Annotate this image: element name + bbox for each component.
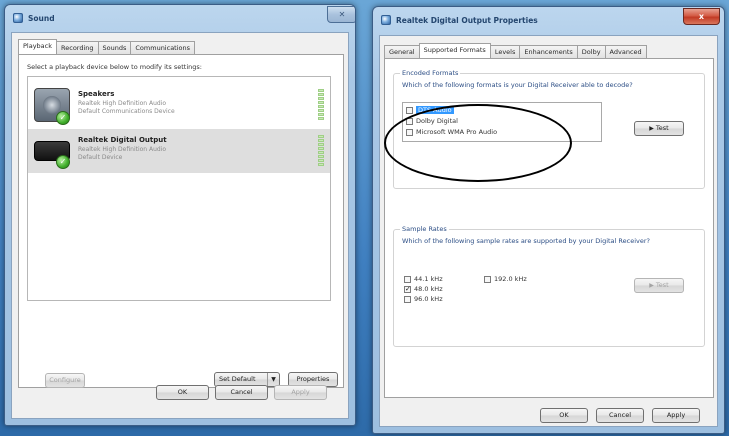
properties-window-title: Realtek Digital Output Properties xyxy=(396,15,538,25)
device-name: Speakers xyxy=(78,90,115,98)
rate-label: 44.1 kHz xyxy=(414,275,443,283)
sound-client-area: Playback Recording Sounds Communications… xyxy=(11,32,349,419)
playback-instruction: Select a playback device below to modify… xyxy=(27,63,202,71)
ok-button[interactable]: OK xyxy=(540,408,588,423)
close-icon[interactable]: ✕ xyxy=(327,6,355,23)
format-dolby-digital[interactable]: Dolby Digital xyxy=(406,117,458,125)
properties-client-area: General Supported Formats Levels Enhance… xyxy=(379,35,718,427)
apply-button[interactable]: Apply xyxy=(274,385,327,400)
status-check-icon: ✓ xyxy=(56,111,70,125)
sample-rates-group: Sample Rates Which of the following samp… xyxy=(393,225,705,347)
cancel-button[interactable]: Cancel xyxy=(596,408,644,423)
sound-window-title: Sound xyxy=(28,13,55,23)
format-dts-audio[interactable]: DTS Audio xyxy=(406,106,454,114)
format-label: Dolby Digital xyxy=(416,117,458,125)
checkbox[interactable] xyxy=(406,106,413,114)
tab-supported-formats[interactable]: Supported Formats xyxy=(418,43,491,58)
tab-advanced[interactable]: Advanced xyxy=(604,45,647,58)
rate-48-khz[interactable]: ✓ 48.0 kHz xyxy=(404,285,443,293)
encoded-formats-label: Encoded Formats xyxy=(400,69,461,77)
device-realtek-digital-output[interactable]: ✓ Realtek Digital Output Realtek High De… xyxy=(28,129,330,173)
configure-button[interactable]: Configure xyxy=(45,373,85,388)
properties-tabs: General Supported Formats Levels Enhance… xyxy=(384,43,647,58)
device-speakers[interactable]: ✓ Speakers Realtek High Definition Audio… xyxy=(28,83,330,127)
device-name: Realtek Digital Output xyxy=(78,136,167,144)
format-label: Microsoft WMA Pro Audio xyxy=(416,128,498,136)
checkbox[interactable] xyxy=(484,275,491,283)
sound-tabs: Playback Recording Sounds Communications xyxy=(18,39,196,54)
sample-rates-description: Which of the following sample rates are … xyxy=(402,237,650,245)
rate-96-khz[interactable]: 96.0 kHz xyxy=(404,295,443,303)
volume-meter xyxy=(318,89,324,121)
rate-label: 96.0 kHz xyxy=(414,295,443,303)
ok-button[interactable]: OK xyxy=(156,385,209,400)
rate-192-khz[interactable]: 192.0 kHz xyxy=(484,275,527,283)
default-check-icon: ✓ xyxy=(56,155,70,169)
device-driver: Realtek High Definition Audio xyxy=(78,146,167,153)
close-icon[interactable]: x xyxy=(683,8,720,25)
play-icon: ▶ xyxy=(649,125,654,132)
tab-communications[interactable]: Communications xyxy=(130,41,196,54)
sample-rates-label: Sample Rates xyxy=(400,225,449,233)
format-microsoft-wma-pro[interactable]: Microsoft WMA Pro Audio xyxy=(406,128,497,136)
sound-app-icon xyxy=(13,13,23,23)
encoded-formats-list: DTS Audio Dolby Digital Microsoft WMA Pr… xyxy=(402,102,602,142)
tab-playback[interactable]: Playback xyxy=(18,39,58,54)
device-list: ✓ Speakers Realtek High Definition Audio… xyxy=(27,76,331,301)
properties-window: Realtek Digital Output Properties x Gene… xyxy=(372,6,725,434)
encoded-formats-group: Encoded Formats Which of the following f… xyxy=(393,69,705,189)
rate-label: 192.0 kHz xyxy=(494,275,527,283)
encoded-formats-description: Which of the following formats is your D… xyxy=(402,81,633,89)
playback-panel: Select a playback device below to modify… xyxy=(18,54,344,388)
rate-44-1-khz[interactable]: 44.1 kHz xyxy=(404,275,443,283)
apply-button[interactable]: Apply xyxy=(652,408,700,423)
tab-general[interactable]: General xyxy=(384,45,420,58)
checkbox[interactable] xyxy=(406,117,413,125)
volume-meter xyxy=(318,135,324,167)
play-icon: ▶ xyxy=(649,282,654,289)
checkbox[interactable] xyxy=(404,295,411,303)
device-driver: Realtek High Definition Audio xyxy=(78,100,167,107)
tab-enhancements[interactable]: Enhancements xyxy=(519,45,578,58)
sound-titlebar[interactable]: Sound xyxy=(5,5,355,31)
rate-label: 48.0 kHz xyxy=(414,285,443,293)
checkbox[interactable] xyxy=(406,128,413,136)
supported-formats-panel: Encoded Formats Which of the following f… xyxy=(384,58,714,398)
set-default-label: Set Default xyxy=(219,375,256,383)
tab-levels[interactable]: Levels xyxy=(489,45,521,58)
checkbox-checked[interactable]: ✓ xyxy=(404,285,411,293)
tab-recording[interactable]: Recording xyxy=(56,41,99,54)
encoded-test-button[interactable]: ▶ Test xyxy=(634,121,684,136)
test-label: Test xyxy=(655,124,669,132)
device-status: Default Device xyxy=(78,154,123,161)
test-label: Test xyxy=(655,281,669,289)
tab-dolby[interactable]: Dolby xyxy=(576,45,606,58)
device-status: Default Communications Device xyxy=(78,108,175,115)
tab-sounds[interactable]: Sounds xyxy=(97,41,132,54)
sound-window: Sound ✕ Playback Recording Sounds Commun… xyxy=(4,4,356,426)
sample-rate-test-button[interactable]: ▶ Test xyxy=(634,278,684,293)
properties-titlebar[interactable]: Realtek Digital Output Properties xyxy=(373,7,724,33)
format-label: DTS Audio xyxy=(416,106,454,114)
checkbox[interactable] xyxy=(404,275,411,283)
cancel-button[interactable]: Cancel xyxy=(215,385,268,400)
speaker-app-icon xyxy=(381,15,391,25)
